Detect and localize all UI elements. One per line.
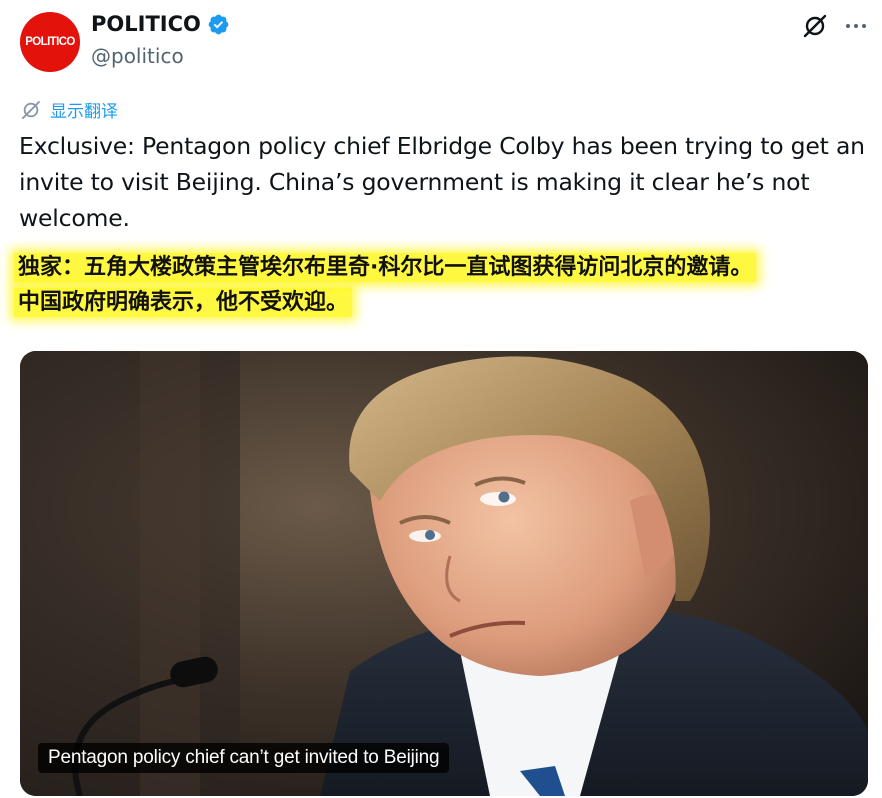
translation-line-1: 独家：五角大楼政策主管埃尔布里奇·科尔比一直试图获得访问北京的邀请。: [14, 253, 757, 282]
more-icon: [846, 24, 866, 28]
grok-button[interactable]: [799, 10, 831, 42]
translate-icon: [22, 100, 40, 119]
tweet-card[interactable]: POLITICO POLITICO @politico 显示翻译 Exclusi…: [0, 0, 882, 798]
name-row: POLITICO: [91, 12, 230, 36]
grok-icon: [803, 14, 827, 38]
translation-line-2: 中国政府明确表示，他不受欢迎。: [14, 288, 353, 317]
tweet-text: Exclusive: Pentagon policy chief Elbridg…: [19, 132, 865, 232]
photo-illustration: [20, 351, 868, 796]
media-caption: Pentagon policy chief can’t get invited …: [38, 743, 450, 773]
avatar[interactable]: POLITICO: [20, 12, 80, 72]
more-options-button[interactable]: [840, 10, 872, 42]
display-name[interactable]: POLITICO: [91, 12, 201, 36]
show-translation-link[interactable]: 显示翻译: [20, 97, 118, 122]
handle[interactable]: @politico: [91, 44, 184, 68]
translation-text: 独家：五角大楼政策主管埃尔布里奇·科尔比一直试图获得访问北京的邀请。 中国政府明…: [14, 250, 874, 320]
verified-badge-icon[interactable]: [207, 13, 230, 36]
translate-label: 显示翻译: [50, 102, 118, 122]
media-photo[interactable]: [20, 351, 868, 796]
avatar-logo-text: POLITICO: [25, 36, 75, 48]
